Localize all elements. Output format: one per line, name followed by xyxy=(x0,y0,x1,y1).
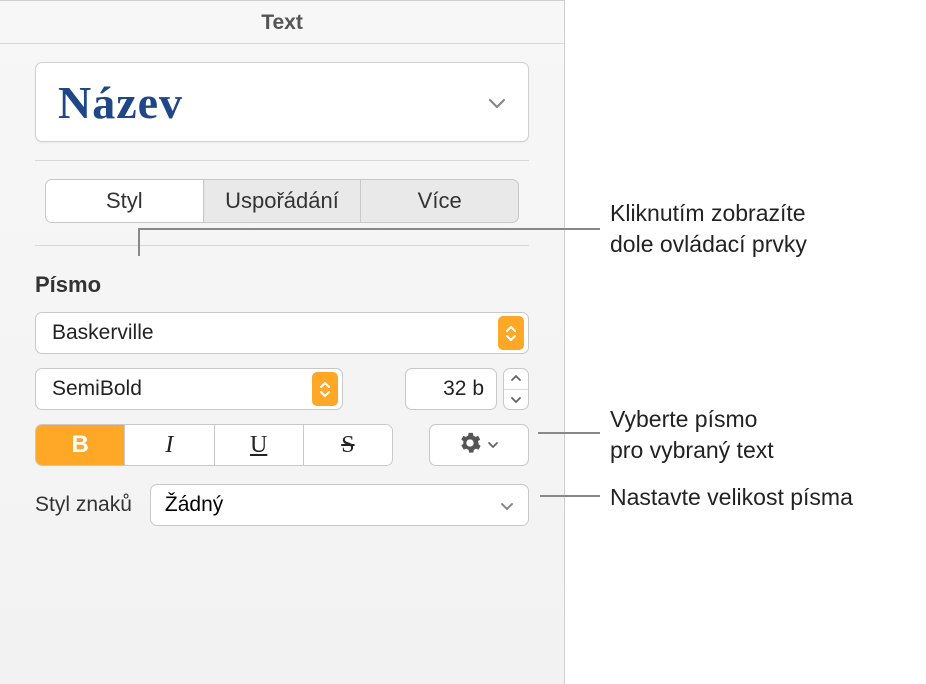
callout-font-family: Vyberte písmo pro vybraný text xyxy=(610,404,774,466)
font-size-input[interactable]: 32 b xyxy=(405,368,497,410)
callout-font-size: Nastavte velikost písma xyxy=(610,482,853,513)
updown-icon xyxy=(498,316,524,350)
font-weight-value: SemiBold xyxy=(52,377,142,401)
character-style-dropdown[interactable]: Žádný xyxy=(150,484,529,526)
callout-leader xyxy=(138,228,140,256)
font-family-dropdown[interactable]: Baskerville xyxy=(35,312,529,354)
font-size-value: 32 b xyxy=(443,377,484,401)
updown-icon xyxy=(312,372,338,406)
bold-button[interactable]: B xyxy=(36,425,125,465)
chevron-down-icon xyxy=(488,96,506,108)
italic-button[interactable]: I xyxy=(125,425,214,465)
font-weight-dropdown[interactable]: SemiBold xyxy=(35,368,343,410)
paragraph-style-dropdown[interactable]: Název xyxy=(35,62,529,142)
text-style-group: B I U S xyxy=(35,424,393,466)
character-style-label: Styl znaků xyxy=(35,493,132,517)
strikethrough-button[interactable]: S xyxy=(304,425,392,465)
format-sidebar: Text Název Styl Uspořádání Více Písmo Ba… xyxy=(0,0,565,684)
tab-style[interactable]: Styl xyxy=(46,180,204,222)
divider xyxy=(35,160,529,161)
gear-icon xyxy=(459,432,481,459)
tab-more[interactable]: Více xyxy=(361,180,518,222)
sidebar-tab-text[interactable]: Text xyxy=(0,1,564,44)
chevron-down-icon xyxy=(487,436,499,454)
font-section-label: Písmo xyxy=(35,272,529,298)
chevron-down-icon xyxy=(500,493,514,517)
font-size-stepper xyxy=(503,368,529,410)
font-family-value: Baskerville xyxy=(52,321,154,345)
paragraph-style-name: Název xyxy=(58,76,183,129)
text-tabs-segmented: Styl Uspořádání Více xyxy=(45,179,519,223)
callout-leader xyxy=(138,228,600,230)
advanced-options-button[interactable] xyxy=(429,424,529,466)
callout-leader xyxy=(540,495,600,497)
divider xyxy=(35,245,529,246)
font-size-decrease[interactable] xyxy=(504,390,528,410)
tab-layout[interactable]: Uspořádání xyxy=(204,180,362,222)
callout-leader xyxy=(538,432,600,434)
character-style-value: Žádný xyxy=(165,493,223,517)
underline-button[interactable]: U xyxy=(215,425,304,465)
callout-tabs: Kliknutím zobrazíte dole ovládací prvky xyxy=(610,198,807,260)
font-size-increase[interactable] xyxy=(504,369,528,390)
